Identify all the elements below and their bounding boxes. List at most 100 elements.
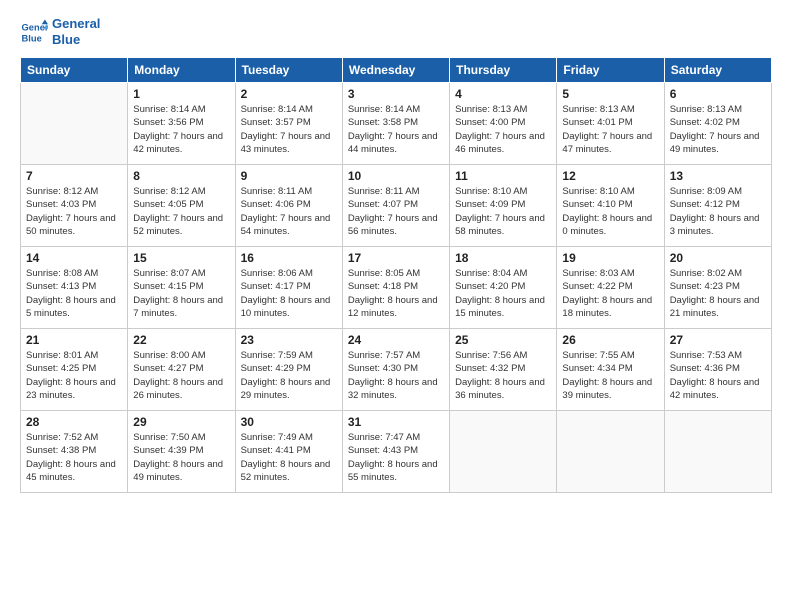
day-info: Sunrise: 7:57 AMSunset: 4:30 PMDaylight:… (348, 349, 444, 402)
weekday-wednesday: Wednesday (342, 58, 449, 83)
calendar: SundayMondayTuesdayWednesdayThursdayFrid… (20, 57, 772, 493)
weekday-monday: Monday (128, 58, 235, 83)
calendar-cell: 28Sunrise: 7:52 AMSunset: 4:38 PMDayligh… (21, 411, 128, 493)
calendar-cell: 2Sunrise: 8:14 AMSunset: 3:57 PMDaylight… (235, 83, 342, 165)
calendar-cell: 8 Sunrise: 8:12 AMSunset: 4:05 PMDaylight… (128, 165, 235, 247)
day-number: 11 (455, 169, 551, 183)
day-number: 7 (26, 169, 122, 183)
day-info: Sunrise: 8:13 AMSunset: 4:02 PMDaylight:… (670, 103, 766, 156)
calendar-cell: 9Sunrise: 8:11 AMSunset: 4:06 PMDaylight… (235, 165, 342, 247)
day-info: Sunrise: 7:50 AMSunset: 4:39 PMDaylight:… (133, 431, 229, 484)
week-row-1: 7 Sunrise: 8:12 AMSunset: 4:03 PMDaylight… (21, 165, 772, 247)
calendar-cell: 15 Sunrise: 8:07 AMSunset: 4:15 PMDayligh… (128, 247, 235, 329)
day-info: Sunrise: 7:53 AMSunset: 4:36 PMDaylight:… (670, 349, 766, 402)
day-info: Sunrise: 8:01 AMSunset: 4:25 PMDaylight:… (26, 349, 122, 402)
weekday-sunday: Sunday (21, 58, 128, 83)
day-number: 1 (133, 87, 229, 101)
calendar-cell: 27 Sunrise: 7:53 AMSunset: 4:36 PMDayligh… (664, 329, 771, 411)
day-number: 16 (241, 251, 337, 265)
day-info: Sunrise: 7:55 AMSunset: 4:34 PMDaylight:… (562, 349, 658, 402)
day-number: 15 (133, 251, 229, 265)
calendar-cell: 5 Sunrise: 8:13 AMSunset: 4:01 PMDaylight… (557, 83, 664, 165)
calendar-cell: 18 Sunrise: 8:04 AMSunset: 4:20 PMDayligh… (450, 247, 557, 329)
day-number: 21 (26, 333, 122, 347)
calendar-cell: 17 Sunrise: 8:05 AMSunset: 4:18 PMDayligh… (342, 247, 449, 329)
calendar-cell: 14 Sunrise: 8:08 AMSunset: 4:13 PMDayligh… (21, 247, 128, 329)
week-row-2: 14 Sunrise: 8:08 AMSunset: 4:13 PMDayligh… (21, 247, 772, 329)
day-number: 24 (348, 333, 444, 347)
weekday-saturday: Saturday (664, 58, 771, 83)
day-number: 27 (670, 333, 766, 347)
weekday-header-row: SundayMondayTuesdayWednesdayThursdayFrid… (21, 58, 772, 83)
day-info: Sunrise: 7:59 AMSunset: 4:29 PMDaylight:… (241, 349, 337, 402)
day-info: Sunrise: 8:10 AMSunset: 4:10 PMDaylight:… (562, 185, 658, 238)
calendar-cell: 21 Sunrise: 8:01 AMSunset: 4:25 PMDayligh… (21, 329, 128, 411)
calendar-cell: 16 Sunrise: 8:06 AMSunset: 4:17 PMDayligh… (235, 247, 342, 329)
calendar-cell: 25 Sunrise: 7:56 AMSunset: 4:32 PMDayligh… (450, 329, 557, 411)
day-info: Sunrise: 7:56 AMSunset: 4:32 PMDaylight:… (455, 349, 551, 402)
calendar-cell: 10Sunrise: 8:11 AMSunset: 4:07 PMDayligh… (342, 165, 449, 247)
day-info: Sunrise: 8:04 AMSunset: 4:20 PMDaylight:… (455, 267, 551, 320)
day-info: Sunrise: 8:08 AMSunset: 4:13 PMDaylight:… (26, 267, 122, 320)
day-number: 23 (241, 333, 337, 347)
day-info: Sunrise: 8:12 AMSunset: 4:05 PMDaylight:… (133, 185, 229, 238)
calendar-cell: 7 Sunrise: 8:12 AMSunset: 4:03 PMDaylight… (21, 165, 128, 247)
day-number: 30 (241, 415, 337, 429)
week-row-3: 21 Sunrise: 8:01 AMSunset: 4:25 PMDayligh… (21, 329, 772, 411)
day-info: Sunrise: 8:02 AMSunset: 4:23 PMDaylight:… (670, 267, 766, 320)
weekday-friday: Friday (557, 58, 664, 83)
day-info: Sunrise: 7:49 AMSunset: 4:41 PMDaylight:… (241, 431, 337, 484)
day-number: 26 (562, 333, 658, 347)
day-number: 14 (26, 251, 122, 265)
calendar-cell (664, 411, 771, 493)
calendar-cell: 22 Sunrise: 8:00 AMSunset: 4:27 PMDayligh… (128, 329, 235, 411)
day-info: Sunrise: 8:00 AMSunset: 4:27 PMDaylight:… (133, 349, 229, 402)
day-info: Sunrise: 8:10 AMSunset: 4:09 PMDaylight:… (455, 185, 551, 238)
day-number: 8 (133, 169, 229, 183)
day-info: Sunrise: 8:05 AMSunset: 4:18 PMDaylight:… (348, 267, 444, 320)
weekday-thursday: Thursday (450, 58, 557, 83)
day-number: 9 (241, 169, 337, 183)
day-info: Sunrise: 7:52 AMSunset: 4:38 PMDaylight:… (26, 431, 122, 484)
calendar-cell: 26 Sunrise: 7:55 AMSunset: 4:34 PMDayligh… (557, 329, 664, 411)
calendar-cell (21, 83, 128, 165)
calendar-cell: 20 Sunrise: 8:02 AMSunset: 4:23 PMDayligh… (664, 247, 771, 329)
day-number: 18 (455, 251, 551, 265)
day-info: Sunrise: 8:14 AMSunset: 3:56 PMDaylight:… (133, 103, 229, 156)
day-number: 3 (348, 87, 444, 101)
day-number: 4 (455, 87, 551, 101)
day-info: Sunrise: 8:03 AMSunset: 4:22 PMDaylight:… (562, 267, 658, 320)
day-info: Sunrise: 8:06 AMSunset: 4:17 PMDaylight:… (241, 267, 337, 320)
calendar-cell: 23 Sunrise: 7:59 AMSunset: 4:29 PMDayligh… (235, 329, 342, 411)
calendar-cell (450, 411, 557, 493)
calendar-cell: 11 Sunrise: 8:10 AMSunset: 4:09 PMDayligh… (450, 165, 557, 247)
day-info: Sunrise: 7:47 AMSunset: 4:43 PMDaylight:… (348, 431, 444, 484)
day-number: 5 (562, 87, 658, 101)
calendar-cell: 6Sunrise: 8:13 AMSunset: 4:02 PMDaylight… (664, 83, 771, 165)
day-number: 13 (670, 169, 766, 183)
calendar-cell: 13 Sunrise: 8:09 AMSunset: 4:12 PMDayligh… (664, 165, 771, 247)
day-info: Sunrise: 8:11 AMSunset: 4:07 PMDaylight:… (348, 185, 444, 238)
day-info: Sunrise: 8:13 AMSunset: 4:01 PMDaylight:… (562, 103, 658, 156)
day-info: Sunrise: 8:12 AMSunset: 4:03 PMDaylight:… (26, 185, 122, 238)
day-info: Sunrise: 8:07 AMSunset: 4:15 PMDaylight:… (133, 267, 229, 320)
calendar-cell: 31 Sunrise: 7:47 AMSunset: 4:43 PMDayligh… (342, 411, 449, 493)
day-info: Sunrise: 8:14 AMSunset: 3:58 PMDaylight:… (348, 103, 444, 156)
calendar-cell: 3 Sunrise: 8:14 AMSunset: 3:58 PMDaylight… (342, 83, 449, 165)
week-row-4: 28Sunrise: 7:52 AMSunset: 4:38 PMDayligh… (21, 411, 772, 493)
calendar-cell: 1 Sunrise: 8:14 AMSunset: 3:56 PMDaylight… (128, 83, 235, 165)
day-number: 25 (455, 333, 551, 347)
calendar-cell: 19Sunrise: 8:03 AMSunset: 4:22 PMDayligh… (557, 247, 664, 329)
logo-text: General Blue (52, 16, 100, 47)
logo: General Blue General Blue (20, 16, 100, 47)
day-number: 31 (348, 415, 444, 429)
week-row-0: 1 Sunrise: 8:14 AMSunset: 3:56 PMDaylight… (21, 83, 772, 165)
weekday-tuesday: Tuesday (235, 58, 342, 83)
calendar-cell: 4Sunrise: 8:13 AMSunset: 4:00 PMDaylight… (450, 83, 557, 165)
calendar-cell: 24 Sunrise: 7:57 AMSunset: 4:30 PMDayligh… (342, 329, 449, 411)
day-number: 22 (133, 333, 229, 347)
day-info: Sunrise: 8:09 AMSunset: 4:12 PMDaylight:… (670, 185, 766, 238)
day-number: 12 (562, 169, 658, 183)
day-number: 17 (348, 251, 444, 265)
day-number: 20 (670, 251, 766, 265)
